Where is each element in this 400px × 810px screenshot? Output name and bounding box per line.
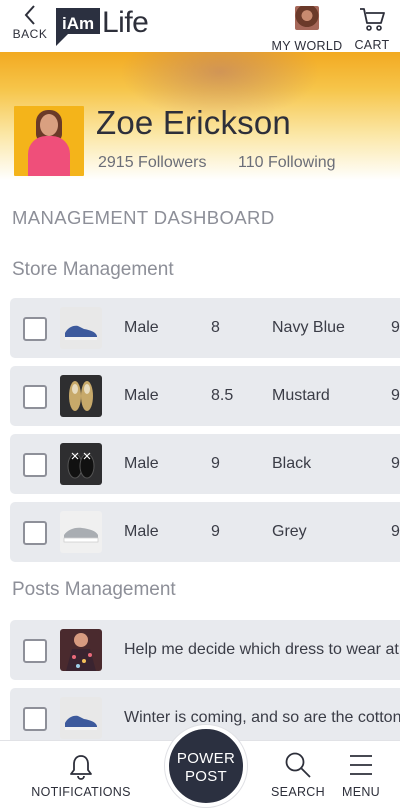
profile-name: Zoe Erickson bbox=[96, 104, 291, 141]
post-row[interactable]: Help me decide which dress to wear at bbox=[10, 620, 400, 680]
shoe-icon bbox=[65, 325, 97, 340]
store-row[interactable]: Male 9 Grey 9 bbox=[10, 502, 400, 562]
gender-cell: Male bbox=[124, 523, 159, 540]
followers-count[interactable]: 2915 Followers bbox=[98, 154, 207, 172]
size-cell: 9 bbox=[211, 455, 220, 472]
product-thumbnail bbox=[60, 511, 102, 553]
menu-button[interactable]: MENU bbox=[338, 751, 384, 799]
following-count[interactable]: 110 Following bbox=[238, 154, 336, 172]
color-cell: Navy Blue bbox=[272, 319, 345, 336]
store-row[interactable]: Male 8 Navy Blue 9 bbox=[10, 298, 400, 358]
row-checkbox[interactable] bbox=[23, 317, 47, 341]
shoe-icon bbox=[63, 527, 99, 543]
search-label: SEARCH bbox=[271, 785, 325, 799]
product-thumbnail bbox=[60, 443, 102, 485]
store-row[interactable]: Male 8.5 Mustard 9 bbox=[10, 366, 400, 426]
logo-badge-text: iAm bbox=[62, 14, 94, 33]
bell-icon bbox=[70, 755, 92, 780]
cart-icon bbox=[360, 8, 385, 31]
avatar-dress bbox=[28, 136, 70, 176]
logo-badge: iAm bbox=[56, 8, 100, 46]
row-checkbox[interactable] bbox=[23, 453, 47, 477]
gender-cell: Male bbox=[124, 387, 159, 404]
size-cell: 8.5 bbox=[211, 387, 234, 404]
extra-cell: 9 bbox=[391, 319, 400, 336]
color-cell: Black bbox=[272, 455, 312, 472]
color-cell: Grey bbox=[272, 523, 307, 540]
post-thumbnail bbox=[60, 697, 102, 739]
row-checkbox[interactable] bbox=[23, 639, 47, 663]
post-text: Winter is coming, and so are the cotton bbox=[124, 709, 400, 726]
power-post-button[interactable]: POWER POST bbox=[165, 725, 247, 807]
shoe-icon bbox=[69, 381, 93, 411]
search-icon bbox=[285, 752, 311, 778]
my-world-avatar bbox=[295, 6, 319, 30]
gender-cell: Male bbox=[124, 455, 159, 472]
my-world-label: MY WORLD bbox=[271, 39, 343, 53]
extra-cell: 9 bbox=[391, 523, 400, 540]
product-thumbnail bbox=[60, 375, 102, 417]
color-cell: Mustard bbox=[272, 387, 330, 404]
search-button[interactable]: SEARCH bbox=[270, 751, 326, 799]
avatar-face bbox=[40, 114, 58, 136]
power-post-line1: POWER bbox=[176, 750, 236, 767]
logo-text: Life bbox=[102, 6, 149, 39]
shoe-icon bbox=[65, 715, 97, 730]
row-checkbox[interactable] bbox=[23, 521, 47, 545]
shoe-icon bbox=[67, 452, 95, 479]
post-thumbnail bbox=[60, 629, 102, 671]
size-cell: 8 bbox=[211, 319, 220, 336]
post-text: Help me decide which dress to wear at bbox=[124, 641, 399, 658]
extra-cell: 9 bbox=[391, 455, 400, 472]
store-row[interactable]: Male 9 Black 9 bbox=[10, 434, 400, 494]
notifications-label: NOTIFICATIONS bbox=[31, 785, 131, 799]
back-label: BACK bbox=[12, 27, 48, 41]
product-thumbnail bbox=[60, 307, 102, 349]
row-checkbox[interactable] bbox=[23, 707, 47, 731]
profile-avatar[interactable] bbox=[14, 106, 84, 176]
extra-cell: 9 bbox=[391, 387, 400, 404]
cart-label: CART bbox=[354, 38, 390, 52]
notifications-button[interactable]: NOTIFICATIONS bbox=[30, 753, 132, 799]
cart-button[interactable]: CART bbox=[350, 6, 394, 52]
dashboard-title: MANAGEMENT DASHBOARD bbox=[12, 207, 275, 228]
posts-management-title: Posts Management bbox=[12, 579, 176, 600]
back-button[interactable]: BACK bbox=[8, 4, 52, 48]
hamburger-menu-icon bbox=[350, 755, 372, 775]
store-management-title: Store Management bbox=[12, 259, 174, 280]
top-header: BACK iAm Life MY WORLD CART bbox=[0, 0, 400, 53]
power-post-line2: POST bbox=[184, 768, 228, 785]
my-world-button[interactable]: MY WORLD bbox=[268, 6, 346, 53]
chevron-left-icon bbox=[24, 5, 35, 25]
row-checkbox[interactable] bbox=[23, 385, 47, 409]
menu-label: MENU bbox=[341, 785, 380, 799]
gender-cell: Male bbox=[124, 319, 159, 336]
size-cell: 9 bbox=[211, 523, 220, 540]
dress-photo-icon bbox=[66, 633, 96, 671]
